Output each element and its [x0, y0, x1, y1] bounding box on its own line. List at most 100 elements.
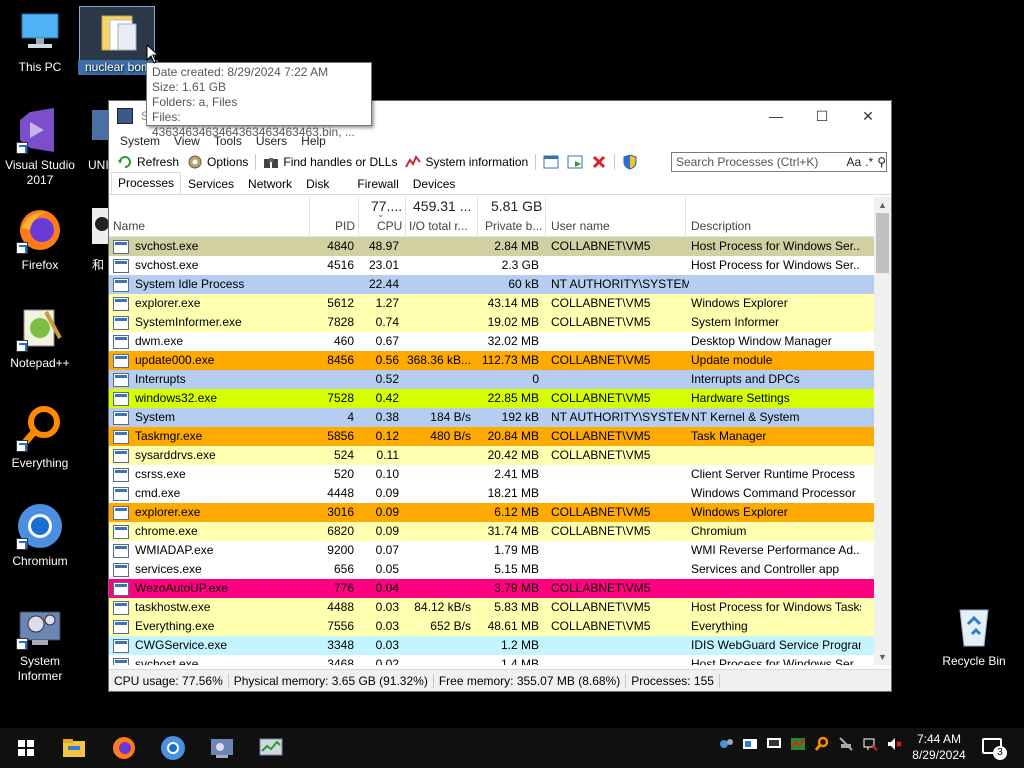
file-explorer-icon[interactable]	[60, 734, 88, 762]
desktop-icon-this-pc[interactable]: This PC	[0, 8, 80, 75]
process-description: Interrupts and DPCs	[691, 372, 800, 386]
volume-muted-icon[interactable]	[886, 736, 902, 752]
tray-everything-icon[interactable]	[814, 736, 830, 752]
process-private-bytes: 1.79 MB	[494, 543, 539, 557]
table-row[interactable]: Taskmgr.exe 5856 0.12 480 B/s 20.84 MB COLLAB…	[109, 427, 875, 446]
vertical-scrollbar[interactable]: ▲ ▼	[874, 197, 891, 665]
search-icon[interactable]: ⚲	[877, 155, 886, 169]
table-row[interactable]: svchost.exe 4840 48.97 2.84 MB COLLABNET\VM5…	[109, 237, 875, 256]
recycle-bin-icon	[950, 602, 998, 650]
system-information-button[interactable]: System information	[401, 152, 532, 172]
tray-app-icon[interactable]	[718, 736, 734, 752]
process-name: dwm.exe	[113, 332, 309, 351]
options-button[interactable]: Options	[183, 152, 252, 172]
desktop-icon-system-informer[interactable]: System Informer	[0, 602, 80, 684]
table-row[interactable]: Everything.exe 7556 0.03 652 B/s 48.61 MB COL…	[109, 617, 875, 636]
shield-icon[interactable]	[621, 153, 639, 171]
table-row[interactable]: System 4 0.38 184 B/s 192 kB NT AUTHORITY\SYS…	[109, 408, 875, 427]
table-row[interactable]: services.exe 656 0.05 5.15 MB Services and C…	[109, 560, 875, 579]
tab-firewall[interactable]: Firewall	[350, 173, 405, 194]
case-sensitive-toggle[interactable]: Aa	[847, 155, 862, 169]
process-cpu: 23.01	[368, 258, 399, 272]
process-cpu: 0.38	[375, 410, 399, 424]
system-informer-taskbar-icon[interactable]	[208, 734, 236, 762]
table-row[interactable]: dwm.exe 460 0.67 32.02 MB Desktop Window Man…	[109, 332, 875, 351]
desktop-icon-jp[interactable]: 和	[62, 206, 112, 273]
table-row[interactable]: taskhostw.exe 4488 0.03 84.12 kB/s 5.83 MB CO…	[109, 598, 875, 617]
regex-toggle[interactable]: .*	[865, 155, 873, 169]
desktop-icon-recycle-bin[interactable]: Recycle Bin	[934, 602, 1014, 669]
process-user: COLLABNET\VM5	[551, 429, 651, 443]
column-cpu[interactable]: CPU	[377, 219, 402, 233]
desktop-icon-label: This PC	[18, 60, 62, 74]
desktop-icon-chromium[interactable]: Chromium	[0, 502, 80, 569]
window-icon[interactable]	[542, 153, 560, 171]
table-row[interactable]: svchost.exe 4516 23.01 2.3 GB Host Process f…	[109, 256, 875, 275]
column-io-total[interactable]: I/O total r...	[409, 219, 468, 233]
table-row[interactable]: CWGService.exe 3348 0.03 1.2 MB IDIS WebGuar…	[109, 636, 875, 655]
search-processes-input[interactable]: Search Processes (Ctrl+K) Aa .* ⚲	[671, 152, 887, 172]
tab-services[interactable]: Services	[181, 173, 241, 194]
table-row[interactable]: windows32.exe 7528 0.42 22.85 MB COLLABNET\V…	[109, 389, 875, 408]
tray-window-icon[interactable]	[742, 736, 758, 752]
table-row[interactable]: csrss.exe 520 0.10 2.41 MB Client Server Run…	[109, 465, 875, 484]
terminate-icon[interactable]	[590, 153, 608, 171]
tray-chart-icon[interactable]	[790, 736, 806, 752]
table-row[interactable]: WMIADAP.exe 9200 0.07 1.79 MB WMI Reverse Pe…	[109, 541, 875, 560]
refresh-icon	[118, 156, 131, 168]
close-button[interactable]: ✕	[845, 101, 891, 131]
table-row[interactable]: explorer.exe 3016 0.09 6.12 MB COLLABNET\VM5…	[109, 503, 875, 522]
table-row[interactable]: explorer.exe 5612 1.27 43.14 MB COLLABNET\VM…	[109, 294, 875, 313]
task-manager-taskbar-icon[interactable]	[257, 734, 285, 762]
clock[interactable]: 7:44 AM 8/29/2024	[908, 731, 970, 763]
table-row[interactable]: Interrupts 0.52 0 Interrupts and DPCs	[109, 370, 875, 389]
table-row[interactable]: cmd.exe 4448 0.09 18.21 MB Windows Command P…	[109, 484, 875, 503]
status-physical-memory: Physical memory: 3.65 GB (91.32%)	[229, 673, 434, 688]
process-name-text: svchost.exe	[135, 657, 199, 665]
tab-network[interactable]: Network	[241, 173, 299, 194]
tab-processes[interactable]: Processes	[111, 172, 182, 194]
column-name[interactable]: Name	[113, 219, 145, 233]
desktop-icon-everything[interactable]: Everything	[0, 404, 80, 471]
desktop-icon-uni[interactable]: UNI	[62, 106, 112, 173]
process-description: Hardware Settings	[691, 391, 790, 405]
minimize-button[interactable]: —	[753, 101, 799, 131]
tray-monitor-icon[interactable]	[766, 736, 782, 752]
table-row[interactable]: SystemInformer.exe 7828 0.74 19.02 MB COLLAB…	[109, 313, 875, 332]
process-private-bytes: 48.61 MB	[487, 619, 539, 633]
process-name-text: explorer.exe	[135, 505, 201, 519]
desktop-icon-notepadpp[interactable]: Notepad++	[0, 304, 80, 371]
maximize-button[interactable]: ☐	[799, 101, 845, 131]
scroll-thumb[interactable]	[876, 213, 889, 273]
scroll-down-icon[interactable]: ▼	[874, 649, 891, 665]
firefox-taskbar-icon[interactable]	[110, 734, 138, 762]
process-name-text: csrss.exe	[135, 467, 186, 481]
table-row[interactable]: chrome.exe 6820 0.09 31.74 MB COLLABNET\VM5 C…	[109, 522, 875, 541]
table-row[interactable]: sysarddrvs.exe 524 0.11 20.42 MB COLLABNET\V…	[109, 446, 875, 465]
table-row[interactable]: update000.exe 8456 0.56 368.36 kB... 112.73 …	[109, 351, 875, 370]
notification-count: 3	[993, 746, 1007, 760]
tab-devices[interactable]: Devices	[406, 173, 463, 194]
column-private-bytes[interactable]: Private b...	[485, 219, 542, 233]
column-pid[interactable]: PID	[335, 219, 355, 233]
refresh-button[interactable]: Refresh	[113, 152, 183, 172]
tray-display-icon[interactable]	[862, 736, 878, 752]
process-icon	[113, 524, 129, 539]
process-icon	[113, 258, 129, 273]
column-user-name[interactable]: User name	[551, 219, 610, 233]
start-windows-icon[interactable]	[12, 734, 40, 762]
tray-network-icon[interactable]	[838, 736, 854, 752]
tab-disk[interactable]: Disk	[299, 173, 336, 194]
table-row[interactable]: svchost.exe 3468 0.02 1.4 MB Host Process fo…	[109, 655, 875, 665]
process-user: NT AUTHORITY\SYSTEM	[551, 410, 689, 424]
column-description[interactable]: Description	[691, 219, 751, 233]
process-user: COLLABNET\VM5	[551, 391, 651, 405]
table-row[interactable]: System Idle Process 22.44 60 kB NT AUTHORIT…	[109, 275, 875, 294]
window-arrow-icon[interactable]	[566, 153, 584, 171]
process-name-text: System	[135, 410, 176, 424]
chromium-taskbar-icon[interactable]	[159, 734, 187, 762]
table-row[interactable]: WezoAutoUP.exe 776 0.04 3.79 MB COLLABNET\VM…	[109, 579, 875, 598]
find-handles-button[interactable]: Find handles or DLLs	[259, 152, 401, 172]
scroll-up-icon[interactable]: ▲	[874, 197, 891, 213]
system-informer-window: Sy — ☐ ✕ System View Tools Users Help Re…	[108, 100, 892, 692]
